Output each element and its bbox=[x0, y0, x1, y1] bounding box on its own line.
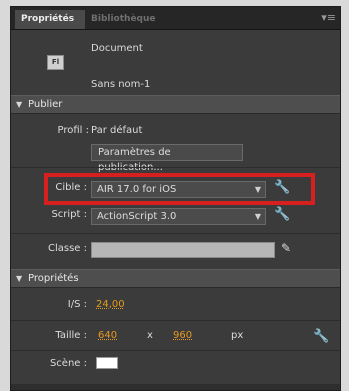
target-highlight-box bbox=[44, 173, 315, 205]
script-label: Script : bbox=[51, 209, 87, 220]
panel-tab-bar: Propriétés Bibliothèque ▾≡ bbox=[11, 7, 340, 30]
document-name: Sans nom-1 bbox=[91, 79, 151, 90]
profile-label: Profil : bbox=[57, 125, 90, 136]
panel-bottom-edge bbox=[11, 384, 340, 390]
height-value[interactable]: 960 bbox=[173, 330, 192, 341]
edit-class-pencil-icon[interactable]: ✎ bbox=[281, 241, 291, 255]
section-title: Propriétés bbox=[28, 273, 79, 284]
panel-menu-icon[interactable]: ▾≡ bbox=[321, 11, 336, 24]
class-input[interactable] bbox=[91, 242, 275, 258]
section-title: Publier bbox=[28, 99, 63, 110]
tab-library[interactable]: Bibliothèque bbox=[85, 10, 165, 29]
divider bbox=[11, 167, 340, 168]
tab-properties[interactable]: Propriétés bbox=[15, 10, 85, 29]
stage-color-swatch[interactable] bbox=[96, 357, 118, 369]
size-settings-wrench-icon[interactable]: 🔧 bbox=[313, 329, 329, 344]
size-unit-label: px bbox=[231, 330, 244, 341]
properties-panel: Propriétés Bibliothèque ▾≡ Fl Document S… bbox=[10, 6, 341, 391]
width-value[interactable]: 640 bbox=[98, 330, 117, 341]
divider bbox=[11, 233, 340, 234]
size-times-label: x bbox=[147, 330, 153, 341]
document-type-label: Document bbox=[91, 43, 143, 54]
script-settings-wrench-icon[interactable]: 🔧 bbox=[274, 207, 290, 222]
divider bbox=[11, 320, 340, 321]
script-dropdown[interactable]: ActionScript 3.0 ▼ bbox=[91, 208, 266, 225]
chevron-down-icon: ▼ bbox=[254, 212, 261, 221]
script-dropdown-value: ActionScript 3.0 bbox=[97, 211, 177, 222]
divider bbox=[11, 350, 340, 351]
profile-value: Par défaut bbox=[91, 125, 143, 136]
collapse-arrow-icon: ▼ bbox=[16, 100, 23, 109]
size-label: Taille : bbox=[55, 330, 87, 341]
collapse-arrow-icon: ▼ bbox=[16, 274, 23, 283]
publish-settings-button[interactable]: Paramètres de publication... bbox=[91, 144, 243, 173]
section-header-properties[interactable]: ▼ Propriétés bbox=[11, 269, 340, 288]
class-label: Classe : bbox=[47, 243, 87, 254]
document-icon: Fl bbox=[47, 55, 64, 70]
fps-label: I/S : bbox=[67, 299, 87, 310]
fps-value[interactable]: 24,00 bbox=[96, 299, 125, 310]
section-header-publish[interactable]: ▼ Publier bbox=[11, 95, 340, 114]
stage-label: Scène : bbox=[49, 358, 87, 369]
